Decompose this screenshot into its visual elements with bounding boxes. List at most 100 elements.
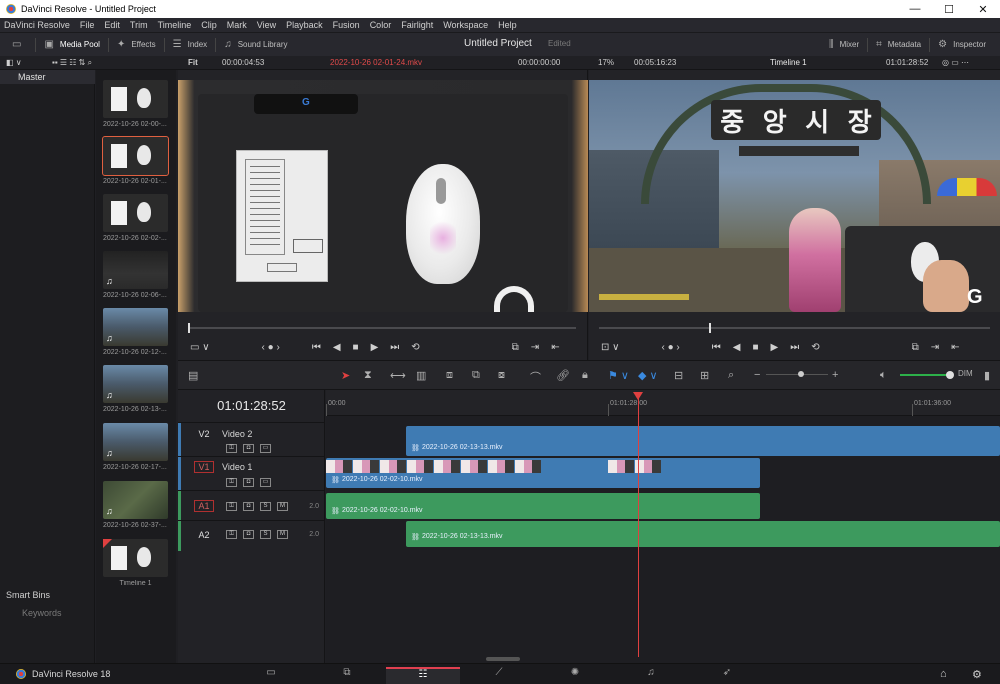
- clip-item[interactable]: ♫ 2022-10-26 02-06-...: [103, 251, 168, 299]
- play-reverse-icon[interactable]: ◀: [333, 342, 341, 353]
- settings-gear-icon[interactable]: ⚙: [972, 668, 982, 681]
- menu-playback[interactable]: Playback: [286, 20, 323, 30]
- menu-edit[interactable]: Edit: [104, 20, 120, 30]
- playhead[interactable]: [638, 393, 639, 657]
- clip-item[interactable]: 2022-10-26 02-01-...: [102, 136, 169, 185]
- flag-icon[interactable]: ⚑ ∨: [608, 369, 629, 382]
- menu-mark[interactable]: Mark: [227, 20, 247, 30]
- clip-item[interactable]: ♫ 2022-10-26 02-17-...: [103, 423, 168, 471]
- view-mode-icons[interactable]: ▪▪ ☰ ☷ ⇅ ⌕: [52, 58, 92, 68]
- page-deliver-button[interactable]: ➶: [690, 667, 764, 684]
- track-header-a2[interactable]: A2 ⚿ ◘ S M 2.0: [178, 520, 325, 551]
- go-to-start-icon[interactable]: ⏮: [312, 342, 321, 353]
- loop-icon[interactable]: ⟲: [811, 342, 819, 353]
- menu-help[interactable]: Help: [498, 20, 517, 30]
- timeline-clip-v1[interactable]: ⛓ 2022-10-26 02-02-10.mkv: [326, 458, 760, 488]
- solo-button[interactable]: S: [260, 502, 271, 511]
- go-to-start-icon[interactable]: ⏮: [712, 342, 721, 353]
- bin-list-toggle-icon[interactable]: ◧ ∨: [6, 58, 22, 67]
- track-header-a1[interactable]: A1 ⚿ ◘ S M 2.0: [178, 490, 325, 521]
- timeline-zoom-knob[interactable]: [798, 371, 804, 377]
- timeline-clip-a2[interactable]: ⛓ 2022-10-26 02-13-13.mkv: [406, 521, 1000, 547]
- source-scrubber[interactable]: [188, 323, 576, 333]
- insert-clip-icon[interactable]: ⧈: [446, 369, 453, 382]
- go-to-end-icon[interactable]: ⏭: [390, 342, 399, 353]
- track-name[interactable]: Video 2: [222, 429, 252, 439]
- clip-item[interactable]: Timeline 1: [103, 539, 168, 587]
- menu-fusion[interactable]: Fusion: [333, 20, 360, 30]
- selection-tool-icon[interactable]: ➤: [341, 369, 350, 382]
- dim-icon[interactable]: DIM: [958, 369, 973, 378]
- mark-out-icon[interactable]: ⇤: [951, 342, 959, 353]
- overwrite-clip-icon[interactable]: ⧉: [472, 369, 480, 382]
- meter-icon[interactable]: ▮: [984, 369, 990, 382]
- trim-tool-icon[interactable]: ⧗: [364, 369, 372, 382]
- timeline-clip-v2[interactable]: ⛓ 2022-10-26 02-13-13.mkv: [406, 426, 1000, 456]
- mark-out-icon[interactable]: ⇤: [551, 342, 559, 353]
- index-button[interactable]: ☰ Index: [167, 33, 214, 57]
- track-header-v1[interactable]: V1 Video 1 ⚿ ◘ ▭: [178, 456, 325, 491]
- mute-button[interactable]: M: [277, 502, 288, 511]
- track-visibility-icon[interactable]: ▭: [260, 478, 271, 487]
- jog-icon[interactable]: ‹ ● ›: [262, 342, 280, 353]
- keywords-bin[interactable]: Keywords: [22, 608, 62, 618]
- menu-color[interactable]: Color: [370, 20, 392, 30]
- master-volume-knob[interactable]: [946, 371, 954, 379]
- page-color-button[interactable]: ✺: [538, 667, 612, 684]
- timeline-ruler[interactable]: 00:00 01:01:28:00 01:01:36:00: [326, 390, 1000, 416]
- play-icon[interactable]: ▶: [371, 342, 379, 353]
- master-bin[interactable]: Master: [0, 70, 95, 84]
- close-button[interactable]: ✕: [966, 0, 1000, 18]
- mixer-button[interactable]: ⫼ Mixer: [823, 33, 865, 57]
- solo-button[interactable]: S: [260, 530, 271, 539]
- sound-library-button[interactable]: ♫ Sound Library: [218, 33, 293, 57]
- inspector-button[interactable]: ⚙ Inspector: [932, 33, 992, 57]
- source-video-frame[interactable]: ▶▏: [178, 80, 588, 312]
- minimize-button[interactable]: —: [898, 0, 932, 18]
- track-visibility-icon[interactable]: ▭: [260, 444, 271, 453]
- lock-track-icon[interactable]: ⚿: [226, 444, 237, 453]
- match-frame-icon[interactable]: ⧉: [912, 342, 919, 353]
- dynamic-trim-icon[interactable]: ⟷: [390, 369, 406, 382]
- master-volume-slider[interactable]: [900, 374, 950, 376]
- viewer-options-icons[interactable]: ◎ ▭ ⋯: [942, 58, 969, 67]
- blade-tool-icon[interactable]: ▥: [416, 369, 426, 382]
- menu-view[interactable]: View: [257, 20, 276, 30]
- zoom-to-fit-icon[interactable]: ⊟: [674, 369, 683, 382]
- track-id[interactable]: A2: [194, 530, 214, 540]
- auto-select-icon[interactable]: ◘: [243, 478, 254, 487]
- marker-icon[interactable]: ◆ ∨: [638, 369, 658, 382]
- auto-select-icon[interactable]: ◘: [243, 530, 254, 539]
- track-name[interactable]: Video 1: [222, 462, 252, 472]
- zoom-in-icon[interactable]: +: [832, 369, 838, 381]
- go-to-end-icon[interactable]: ⏭: [790, 342, 799, 353]
- linked-selection-icon[interactable]: 🔗︎: [556, 369, 570, 382]
- page-fairlight-button[interactable]: ♫: [614, 667, 688, 684]
- effects-button[interactable]: ✦ Effects: [111, 33, 162, 57]
- clip-item[interactable]: 2022-10-26 02-00-...: [103, 80, 168, 128]
- mute-button[interactable]: M: [277, 530, 288, 539]
- timeline-area[interactable]: 00:00 01:01:28:00 01:01:36:00 ⛓ 2022-10-…: [326, 390, 1000, 663]
- timeline-zoom-slider[interactable]: [766, 374, 828, 375]
- page-cut-button[interactable]: ⧉: [310, 667, 384, 684]
- lock-track-icon[interactable]: ⚿: [226, 502, 237, 511]
- timeline-clip-a1[interactable]: ⛓ 2022-10-26 02-02-10.mkv: [326, 493, 760, 519]
- mark-in-icon[interactable]: ⇥: [931, 342, 939, 353]
- mark-in-icon[interactable]: ⇥: [531, 342, 539, 353]
- menu-timeline[interactable]: Timeline: [158, 20, 192, 30]
- match-frame-icon[interactable]: ⧉: [512, 342, 519, 353]
- loop-icon[interactable]: ⟲: [411, 342, 419, 353]
- menu-file[interactable]: File: [80, 20, 95, 30]
- timeline-zoom[interactable]: 17%: [598, 58, 614, 67]
- clip-item[interactable]: ♫ 2022-10-26 02-13-...: [103, 365, 168, 413]
- stop-icon[interactable]: ■: [752, 342, 758, 353]
- snapping-icon[interactable]: ⌒: [530, 369, 541, 385]
- auto-select-icon[interactable]: ◘: [243, 444, 254, 453]
- timeline-name[interactable]: Timeline 1: [770, 58, 807, 67]
- lock-track-icon[interactable]: ⚿: [226, 478, 237, 487]
- play-reverse-icon[interactable]: ◀: [733, 342, 741, 353]
- view-options-icon[interactable]: ▭ ∨: [190, 342, 210, 353]
- source-scrubber-knob[interactable]: [188, 323, 190, 333]
- track-id[interactable]: A1: [194, 500, 214, 512]
- auto-select-icon[interactable]: ◘: [243, 502, 254, 511]
